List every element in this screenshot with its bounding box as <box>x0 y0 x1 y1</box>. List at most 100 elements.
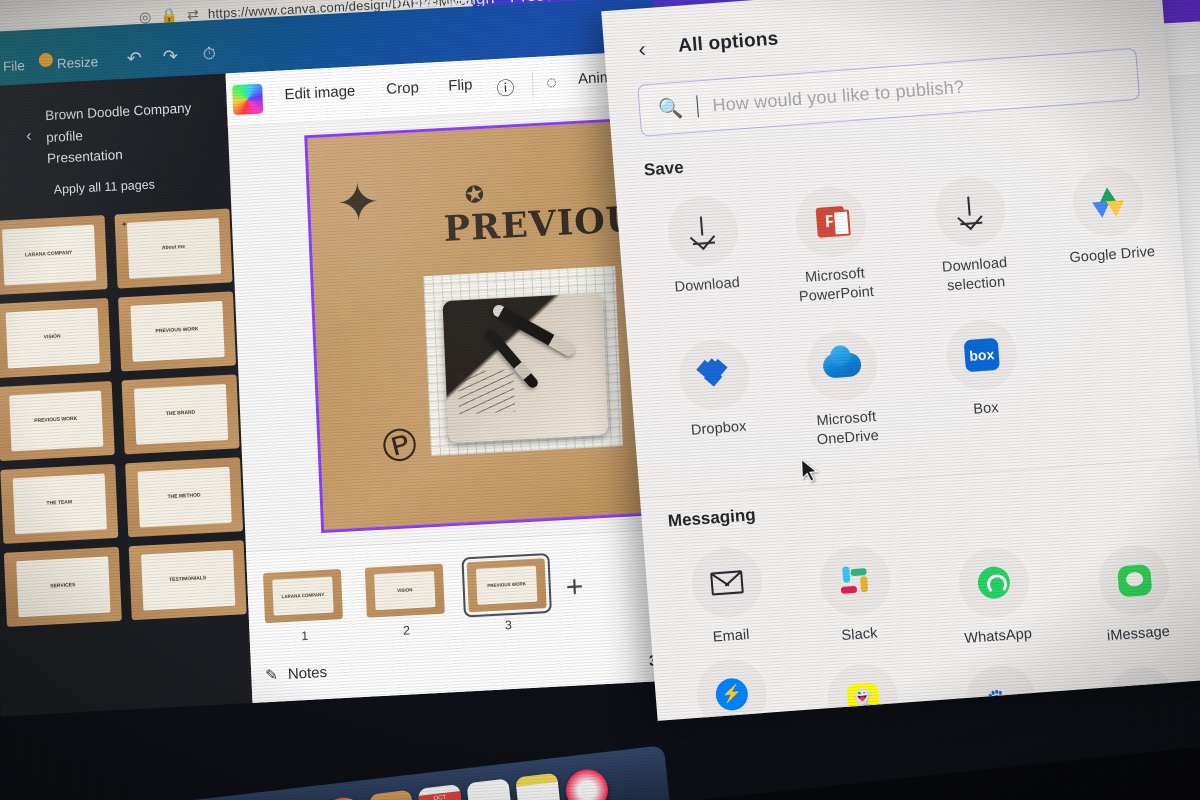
page-number: 1 <box>300 628 309 644</box>
page-number: 2 <box>402 623 411 638</box>
crop-button[interactable]: Crop <box>386 79 419 98</box>
section-title-messaging: Messaging <box>667 505 757 531</box>
share-option-download[interactable]: Download <box>640 192 768 299</box>
redo-icon[interactable]: ↷ <box>162 46 178 68</box>
dock-app-music[interactable] <box>563 767 611 800</box>
share-options-panel: ‹ All options 🔍 How would you like to pu… <box>601 0 1200 721</box>
slide-photo[interactable] <box>442 292 609 444</box>
doodle-tick-icon: ✪ <box>462 179 487 210</box>
template-caption: PREVIOUS WORK <box>129 300 225 362</box>
template-thumbnail[interactable]: THE TEAM <box>0 463 119 544</box>
template-thumbnail[interactable]: ✦ About me <box>114 208 233 289</box>
share-option-label: Google Drive <box>1068 243 1156 267</box>
template-caption: TESTIMONIALS <box>140 549 235 611</box>
resize-button[interactable]: Resize <box>57 54 99 71</box>
share-option-kakaotalk[interactable]: KakaoTalk <box>1079 663 1200 721</box>
page-caption: VISION <box>374 571 436 611</box>
share-option-snapchat[interactable]: 👻 Snapchat <box>800 659 928 721</box>
template-thumbnail[interactable]: VISION <box>0 298 112 379</box>
flip-button[interactable]: Flip <box>448 76 473 94</box>
template-thumbnail[interactable]: PREVIOUS WORK <box>118 291 237 372</box>
template-panel-title: Brown Doodle Company profile Presentatio… <box>45 96 228 170</box>
template-thumbnail[interactable]: THE BRAND <box>121 374 240 455</box>
info-icon[interactable]: ⓘ <box>496 74 515 101</box>
imessage-icon <box>1116 563 1152 597</box>
rainbow-color-swatch[interactable] <box>232 83 264 116</box>
share-option-label: Download selection <box>941 254 1008 294</box>
panel-back-button[interactable]: ‹ <box>637 36 646 62</box>
slack-icon <box>839 565 871 597</box>
slide-canvas[interactable]: ✦ ✪ PREVIOU ℗ 🗑 <box>304 118 682 534</box>
notes-button[interactable]: ✎ Notes <box>265 663 327 684</box>
template-thumbnail[interactable]: SERVICES <box>3 546 122 627</box>
slide-title-text[interactable]: PREVIOU <box>443 199 638 250</box>
template-caption: LARANA COMPANY <box>1 224 96 286</box>
page-thumbnail-selected[interactable]: PREVIOUS WORK <box>461 552 552 618</box>
section-divider <box>639 456 1199 499</box>
share-option-imessage[interactable]: iMessage <box>1072 541 1200 648</box>
share-option-label: Email <box>712 626 751 646</box>
onedrive-icon <box>822 352 863 379</box>
template-caption: PREVIOUS WORK <box>8 390 103 452</box>
dock-app-calendar[interactable]: OCT 24 <box>417 784 464 800</box>
share-option-google-drive[interactable]: Google Drive <box>1045 162 1173 269</box>
pen-icon <box>484 327 540 390</box>
share-option-mailchimp[interactable]: 🐾 Mailchimp <box>939 661 1067 721</box>
template-caption: SERVICES <box>15 556 110 618</box>
share-option-label: WhatsApp <box>963 625 1033 647</box>
publish-search-input[interactable]: 🔍 How would you like to publish? <box>637 47 1141 137</box>
file-menu-button[interactable]: File <box>3 58 25 74</box>
share-option-slack[interactable]: Slack <box>793 542 921 649</box>
template-caption: VISION <box>5 307 100 369</box>
doodle-star-icon: ✦ <box>335 173 382 234</box>
dock-app-notes[interactable] <box>515 772 562 800</box>
template-thumbnail[interactable]: ✦LARANA COMPANY <box>0 215 108 296</box>
share-option-label: Box <box>972 399 1000 418</box>
undo-icon[interactable]: ↶ <box>126 48 142 70</box>
notes-label: Notes <box>287 663 328 683</box>
google-drive-icon <box>1091 186 1126 219</box>
share-option-email[interactable]: Email <box>664 543 792 650</box>
dock-app-contacts[interactable] <box>369 789 416 800</box>
notes-icon: ✎ <box>264 666 279 685</box>
page-thumbnail[interactable]: LARANA COMPANY <box>262 569 343 624</box>
share-option-dropbox[interactable]: Dropbox <box>652 336 780 443</box>
page-caption: PREVIOUS WORK <box>476 565 538 605</box>
template-thumbnail[interactable]: TESTIMONIALS <box>128 540 247 621</box>
chevron-left-icon[interactable]: ‹ <box>26 126 33 146</box>
dock-app-photos-library[interactable] <box>320 795 367 800</box>
apply-all-pages-button[interactable]: Apply all 11 pages <box>0 173 230 200</box>
add-page-button[interactable]: + <box>565 570 584 605</box>
template-caption: About me <box>126 217 221 280</box>
template-title-line2: Presentation <box>46 147 124 167</box>
share-option-box[interactable]: box Box <box>919 316 1047 423</box>
box-icon: box <box>963 337 1001 373</box>
share-option-microsoft-powerpoint[interactable]: P Microsoft PowerPoint <box>768 183 897 309</box>
dock-app-reminders[interactable] <box>466 778 513 800</box>
panel-title: All options <box>677 28 780 57</box>
dropbox-icon <box>696 358 730 389</box>
page-thumbnail[interactable]: VISION <box>364 563 445 618</box>
share-option-label: Microsoft PowerPoint <box>798 265 875 305</box>
download-icon <box>954 195 986 227</box>
cloud-saved-icon: ⏱ <box>202 43 217 64</box>
grid-paper-frame <box>423 266 623 457</box>
text-caret <box>696 95 700 118</box>
search-icon: 🔍 <box>657 97 684 121</box>
monitor-screen: ◎ 🔒 ⇄ https://www.canva.com/design/DAFP/… <box>0 0 1200 800</box>
share-option-label: Microsoft OneDrive <box>815 408 880 448</box>
template-thumbnail[interactable]: PREVIOUS WORK <box>0 380 115 462</box>
edit-image-button[interactable]: Edit image <box>284 83 356 104</box>
whatsapp-icon <box>976 565 1012 600</box>
template-title-line1: Brown Doodle Company profile <box>44 100 192 145</box>
template-thumbnail[interactable]: THE METHOD <box>125 457 244 538</box>
share-option-whatsapp[interactable]: WhatsApp <box>931 543 1059 650</box>
download-icon <box>687 215 719 247</box>
pen-icon <box>490 302 577 358</box>
share-option-download-selection[interactable]: Download selection <box>908 172 1037 298</box>
search-placeholder: How would you like to publish? <box>711 76 965 115</box>
share-option-messenger[interactable]: ⚡ Messenger <box>669 655 797 721</box>
animate-icon[interactable]: ◌ <box>546 72 558 94</box>
template-caption: THE TEAM <box>12 473 107 535</box>
share-option-microsoft-onedrive[interactable]: Microsoft OneDrive <box>779 326 908 452</box>
